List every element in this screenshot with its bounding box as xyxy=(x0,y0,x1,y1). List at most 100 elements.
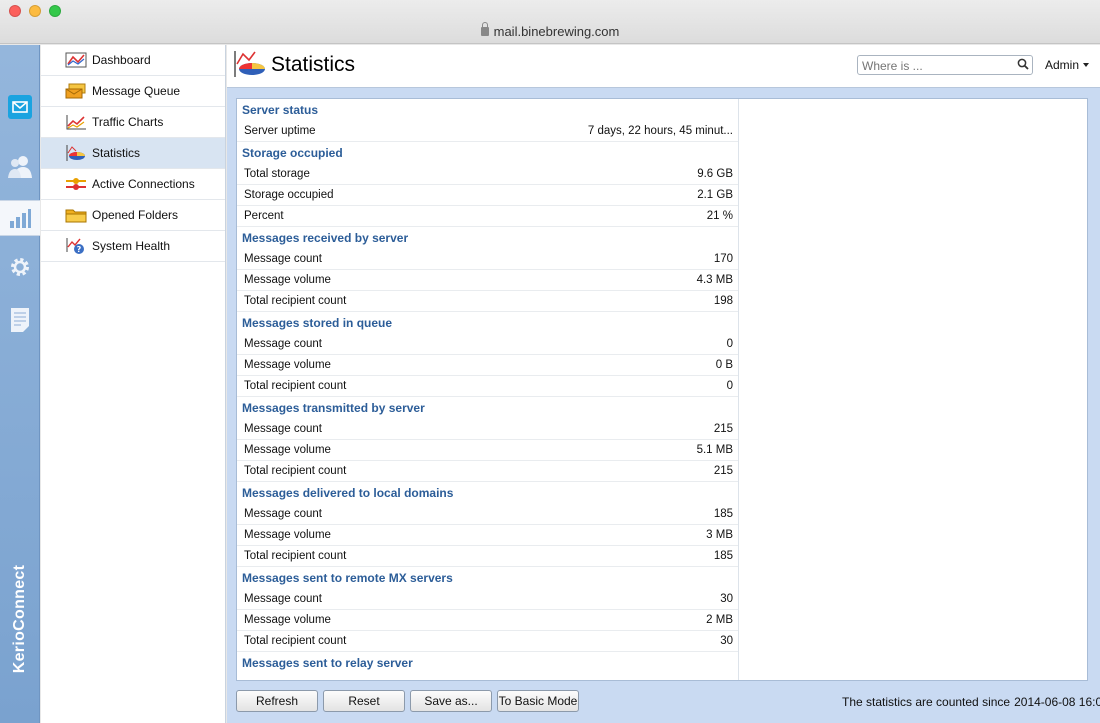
mail-icon xyxy=(8,95,32,119)
table-row[interactable]: Total recipient count 185 xyxy=(237,546,738,567)
row-value: 4.3 MB xyxy=(696,274,733,286)
user-menu[interactable]: Admin xyxy=(1045,58,1090,72)
row-label: Total recipient count xyxy=(244,550,347,562)
nav-item-statistics[interactable]: Statistics xyxy=(41,138,225,169)
row-label: Message count xyxy=(244,593,322,605)
table-row[interactable]: Message count 0 xyxy=(237,334,738,355)
minimize-window-button[interactable] xyxy=(29,5,41,17)
table-row[interactable]: Total recipient count 0 xyxy=(237,376,738,397)
row-label: Message volume xyxy=(244,444,331,456)
nav-item-label: Opened Folders xyxy=(92,208,179,222)
traffic-charts-icon xyxy=(65,113,87,131)
nav-item-label: System Health xyxy=(92,239,171,253)
since-label: The statistics are counted since xyxy=(842,695,1011,709)
table-row[interactable]: Message volume 5.1 MB xyxy=(237,440,738,461)
table-row[interactable]: Total recipient count 198 xyxy=(237,291,738,312)
table-row[interactable]: Message volume 3 MB xyxy=(237,525,738,546)
table-row[interactable]: Message count 185 xyxy=(237,504,738,525)
table-row[interactable]: Message count 170 xyxy=(237,249,738,270)
log-document-icon xyxy=(11,308,29,332)
row-value: 7 days, 22 hours, 45 minut... xyxy=(587,125,733,137)
nav-item-label: Traffic Charts xyxy=(92,115,164,129)
navigation-tree: Dashboard Message Queue Traffic Charts S… xyxy=(41,45,226,723)
row-value: 2.1 GB xyxy=(697,189,733,201)
row-label: Message volume xyxy=(244,359,331,371)
group-header: Messages sent to remote MX servers xyxy=(242,571,453,585)
table-row[interactable]: Total recipient count 30 xyxy=(237,631,738,652)
group-header: Server status xyxy=(242,103,319,117)
maximize-window-button[interactable] xyxy=(49,5,61,17)
row-value: 30 xyxy=(720,635,733,647)
refresh-button[interactable]: Refresh xyxy=(236,690,318,712)
svg-text:?: ? xyxy=(77,245,82,254)
row-value: 215 xyxy=(713,465,733,477)
rail-status-button[interactable] xyxy=(0,200,40,236)
nav-item-label: Statistics xyxy=(92,146,141,160)
statistics-since: The statistics are counted since 2014-06-… xyxy=(842,695,1100,709)
row-label: Storage occupied xyxy=(244,189,334,201)
row-label: Total recipient count xyxy=(244,380,347,392)
close-window-button[interactable] xyxy=(9,5,21,17)
row-label: Total recipient count xyxy=(244,295,347,307)
address-bar[interactable]: mail.binebrewing.com xyxy=(0,22,1100,40)
table-row[interactable]: Percent 21 % xyxy=(237,206,738,227)
table-row[interactable]: Message volume 2 MB xyxy=(237,610,738,631)
row-value: 198 xyxy=(713,295,733,307)
search-input[interactable] xyxy=(857,55,1033,75)
nav-item-active-connections[interactable]: Active Connections xyxy=(41,169,225,200)
nav-item-dashboard[interactable]: Dashboard xyxy=(41,45,225,76)
basic-mode-button[interactable]: To Basic Mode xyxy=(497,690,579,712)
rail-users-button[interactable] xyxy=(0,148,40,184)
nav-item-system-health[interactable]: ? System Health xyxy=(41,231,225,262)
save-as-button[interactable]: Save as... xyxy=(410,690,492,712)
row-label: Message volume xyxy=(244,529,331,541)
group-header: Messages transmitted by server xyxy=(242,401,425,415)
row-value: 0 B xyxy=(715,359,733,371)
row-label: Total recipient count xyxy=(244,465,347,477)
table-row[interactable]: Storage occupied 2.1 GB xyxy=(237,185,738,206)
table-row[interactable]: Server uptime 7 days, 22 hours, 45 minut.… xyxy=(237,121,738,142)
row-value: 3 MB xyxy=(706,529,733,541)
row-value: 5.1 MB xyxy=(696,444,733,456)
nav-item-message-queue[interactable]: Message Queue xyxy=(41,76,225,107)
app-rail: KerioConnect xyxy=(0,45,40,723)
reset-button[interactable]: Reset xyxy=(323,690,405,712)
browser-titlebar: mail.binebrewing.com xyxy=(0,0,1100,44)
row-label: Percent xyxy=(244,210,284,222)
row-value: 185 xyxy=(713,508,733,520)
nav-item-label: Active Connections xyxy=(92,177,195,191)
active-connections-icon xyxy=(65,175,87,193)
bar-chart-icon xyxy=(10,209,31,228)
table-row[interactable]: Message volume 4.3 MB xyxy=(237,270,738,291)
table-row[interactable]: Message count 215 xyxy=(237,419,738,440)
brand-logo: KerioConnect xyxy=(6,559,34,679)
users-icon xyxy=(8,156,32,178)
row-value: 30 xyxy=(720,593,733,605)
group-header: Messages received by server xyxy=(242,231,409,245)
dashboard-icon xyxy=(65,51,87,69)
brand-text: KerioConnect xyxy=(11,564,28,674)
group-header: Messages sent to relay server xyxy=(242,656,413,670)
caret-down-icon xyxy=(1083,63,1090,67)
page-header: Statistics Admin xyxy=(227,45,1100,88)
nav-item-label: Message Queue xyxy=(92,84,181,98)
rail-settings-button[interactable] xyxy=(0,249,40,285)
search-icon[interactable] xyxy=(1017,58,1029,73)
nav-item-traffic-charts[interactable]: Traffic Charts xyxy=(41,107,225,138)
url-text: mail.binebrewing.com xyxy=(493,24,620,39)
system-health-icon: ? xyxy=(65,237,87,255)
row-label: Total storage xyxy=(244,168,310,180)
rail-mail-button[interactable] xyxy=(0,89,40,125)
table-row[interactable]: Total storage 9.6 GB xyxy=(237,164,738,185)
group-header: Messages delivered to local domains xyxy=(242,486,454,500)
table-row[interactable]: Message count 30 xyxy=(237,589,738,610)
table-row[interactable]: Message volume 0 B xyxy=(237,355,738,376)
row-value: 0 xyxy=(726,338,733,350)
row-label: Message volume xyxy=(244,614,331,626)
statistics-table[interactable]: Server status Server uptime 7 days, 22 hou… xyxy=(237,99,739,680)
nav-item-opened-folders[interactable]: Opened Folders xyxy=(41,200,225,231)
group-header: Storage occupied xyxy=(242,146,343,160)
row-value: 0 xyxy=(726,380,733,392)
rail-logs-button[interactable] xyxy=(0,302,40,338)
table-row[interactable]: Total recipient count 215 xyxy=(237,461,738,482)
